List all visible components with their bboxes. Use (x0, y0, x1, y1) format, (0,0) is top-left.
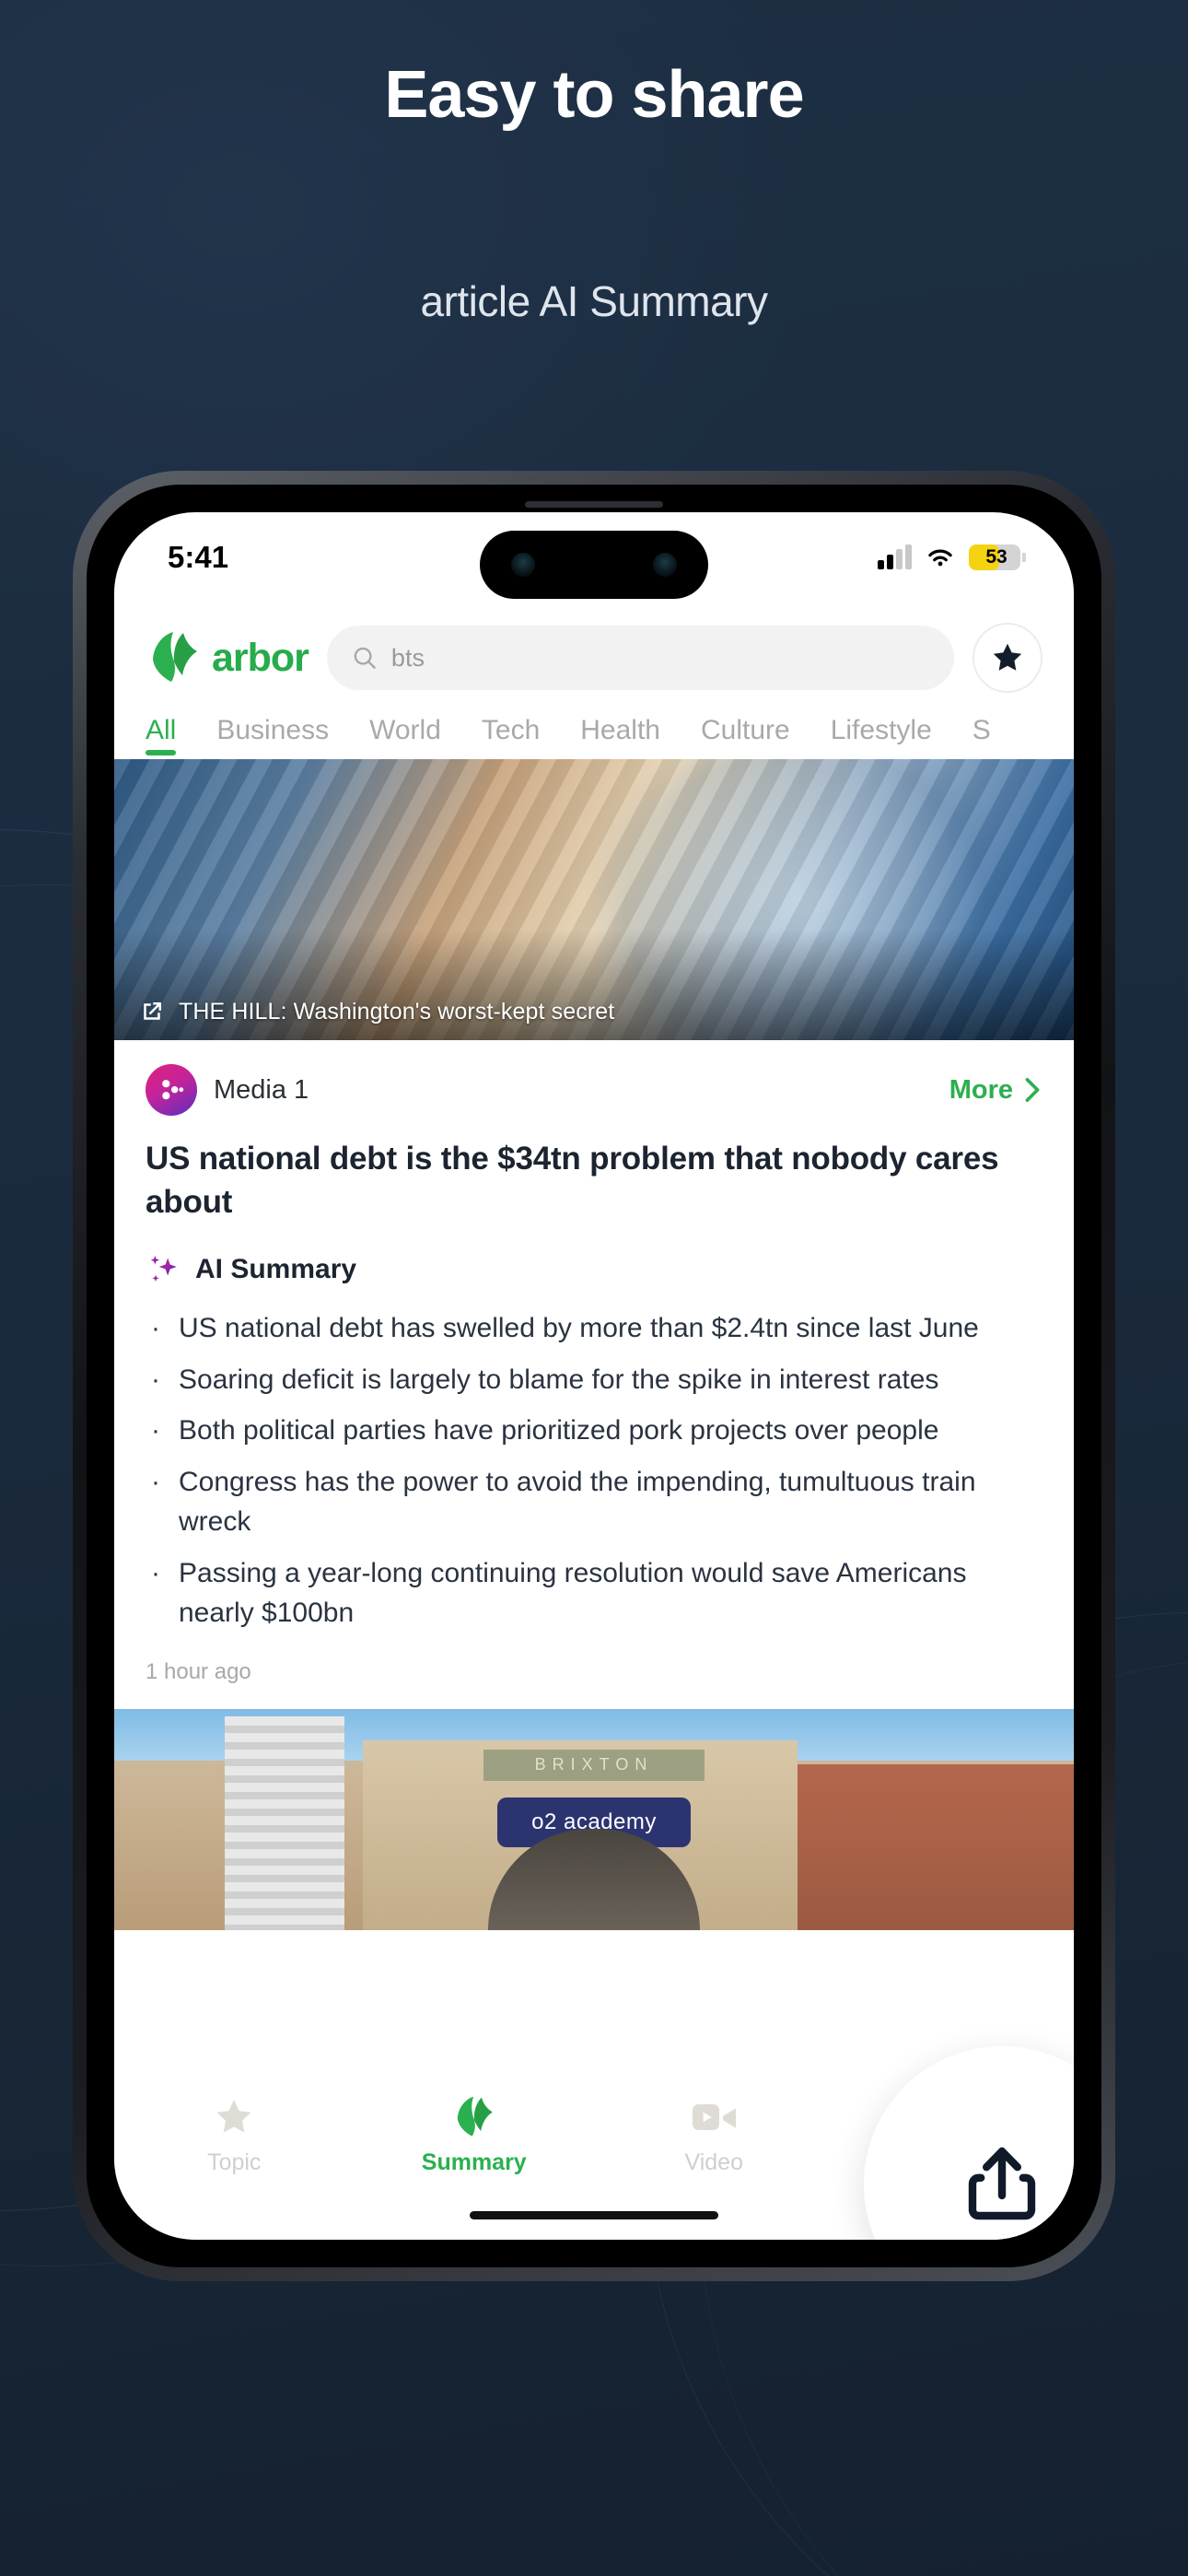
star-icon (993, 643, 1022, 671)
nav-label-topic: Topic (207, 2149, 262, 2175)
nav-label-video: Video (684, 2149, 744, 2175)
more-button[interactable]: More (949, 1075, 1042, 1106)
bullet-dot: · (151, 1364, 160, 1395)
media-name: Media 1 (214, 1074, 309, 1105)
status-time: 5:41 (168, 540, 229, 574)
tab-business[interactable]: Business (216, 715, 329, 759)
brand-name: arbor (212, 635, 309, 680)
tab-tech[interactable]: Tech (482, 715, 540, 759)
tab-health[interactable]: Health (580, 715, 660, 759)
sparkle-icon (150, 1256, 177, 1282)
tab-sports[interactable]: S (973, 715, 991, 759)
promo-subheadline: article AI Summary (420, 277, 769, 325)
arbor-leaf-icon (457, 2096, 493, 2137)
app-viewport: 5:41 53 arbor bts All Business World Tec… (114, 512, 1074, 2240)
list-item: · US national debt has swelled by more t… (146, 1308, 1042, 1349)
tabs-scroll-fade (1031, 706, 1074, 759)
battery-indicator: 53 (969, 544, 1026, 570)
external-link-icon (144, 1002, 161, 1020)
bullet-dot: · (151, 1466, 160, 1497)
arbor-leaf-logo (153, 632, 197, 682)
next-article-image[interactable]: BRIXTON o2 academy (114, 1708, 1074, 1930)
nav-item-topic[interactable]: Topic (114, 2096, 355, 2176)
phone-screen: 5:41 53 arbor bts All Business World Tec… (114, 512, 1074, 2240)
favorites-button[interactable] (973, 623, 1042, 693)
nav-item-summary[interactable]: Summary (355, 2096, 595, 2176)
app-brand: arbor (146, 631, 309, 685)
video-camera-icon (693, 2104, 737, 2130)
category-tabs[interactable]: All Business World Tech Health Culture L… (114, 706, 1074, 759)
ai-summary-header: AI Summary (146, 1251, 1042, 1288)
promo-headline: Easy to share (384, 58, 804, 132)
article-title[interactable]: US national debt is the $34tn problem th… (146, 1138, 1042, 1224)
home-indicator[interactable] (470, 2211, 718, 2219)
phone-mockup: 5:41 53 arbor bts All Business World Tec… (73, 471, 1115, 2281)
article-meta-row: Media 1 More (146, 1064, 1042, 1116)
bullet-text: Soaring deficit is largely to blame for … (179, 1364, 939, 1395)
wifi-icon (928, 549, 952, 567)
phone-bezel: 5:41 53 arbor bts All Business World Tec… (87, 485, 1101, 2267)
tab-all[interactable]: All (146, 715, 177, 759)
app-header: arbor bts (114, 603, 1074, 706)
article-timestamp: 1 hour ago (146, 1658, 251, 1684)
bullet-text: Passing a year-long continuing resolutio… (179, 1557, 967, 1629)
search-icon (354, 647, 376, 669)
bullet-text: Congress has the power to avoid the impe… (179, 1466, 976, 1538)
article-card: Media 1 More US national debt is the $34… (114, 1040, 1074, 1709)
cellular-signal-icon (878, 544, 912, 569)
chevron-right-icon (1025, 1077, 1040, 1103)
bullet-dot: · (151, 1557, 160, 1588)
list-item: · Passing a year-long continuing resolut… (146, 1553, 1042, 1633)
battery-percent: 53 (985, 546, 1007, 568)
search-value: bts (390, 643, 425, 672)
bullet-dot: · (151, 1313, 160, 1344)
share-icon (968, 2147, 1036, 2220)
front-camera-icon (511, 553, 535, 577)
nav-item-video[interactable]: Video (594, 2096, 834, 2176)
status-indicators: 53 (878, 544, 1026, 570)
list-item: · Congress has the power to avoid the im… (146, 1462, 1042, 1542)
hero-caption[interactable]: THE HILL: Washington's worst-kept secret (138, 998, 1050, 1025)
article-hero-image[interactable]: THE HILL: Washington's worst-kept secret (114, 759, 1074, 1040)
more-label: More (949, 1074, 1013, 1105)
earpiece-speaker (525, 501, 663, 508)
media-logo-icon (162, 1080, 184, 1100)
ai-summary-label: AI Summary (195, 1254, 357, 1285)
status-bar: 5:41 53 (114, 512, 1074, 603)
list-item: · Both political parties have prioritize… (146, 1411, 1042, 1451)
ai-summary-bullets: · US national debt has swelled by more t… (146, 1308, 1042, 1633)
background-tower (225, 1715, 344, 1930)
phone-frame: 5:41 53 arbor bts All Business World Tec… (73, 471, 1115, 2281)
bullet-text: Both political parties have prioritized … (179, 1415, 939, 1446)
tab-world[interactable]: World (369, 715, 441, 759)
tab-culture[interactable]: Culture (701, 715, 790, 759)
brick-building (779, 1763, 1074, 1930)
search-input[interactable]: bts (326, 626, 954, 690)
hero-caption-text: THE HILL: Washington's worst-kept secret (179, 998, 615, 1025)
nav-label-summary: Summary (421, 2149, 527, 2175)
dynamic-island (480, 531, 708, 599)
star-icon (216, 2100, 251, 2133)
face-id-sensor-icon (653, 553, 677, 577)
tab-lifestyle[interactable]: Lifestyle (831, 715, 932, 759)
list-item: · Soaring deficit is largely to blame fo… (146, 1360, 1042, 1400)
bullet-dot: · (151, 1415, 160, 1446)
media-avatar[interactable] (146, 1064, 197, 1116)
venue-building-name: BRIXTON (483, 1749, 705, 1781)
bullet-text: US national debt has swelled by more tha… (179, 1313, 979, 1344)
